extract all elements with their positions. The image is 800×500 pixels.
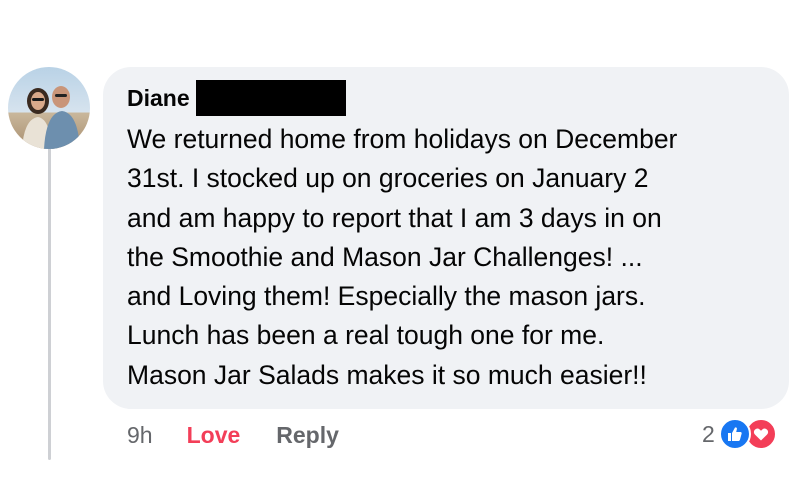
comment-thread: Diane We returned home from holidays on …	[0, 0, 800, 500]
comment-text-line: Mason Jar Salads makes it so much easier…	[127, 359, 647, 390]
comment-text-line: Lunch has been a real tough one for me.	[127, 320, 605, 351]
comment-author-row: Diane	[127, 80, 346, 116]
comment-actions: 9h Love Reply	[127, 418, 339, 452]
redaction-bar	[195, 80, 346, 116]
avatar[interactable]	[8, 67, 90, 149]
comment-text-line: and am happy to report that I am 3 days …	[127, 202, 662, 233]
reaction-summary[interactable]: 2	[702, 416, 785, 452]
reaction-count: 2	[702, 420, 715, 447]
comment-text-line: and Loving them! Especially the mason ja…	[127, 281, 646, 312]
like-icon	[718, 418, 751, 450]
author-name[interactable]: Diane	[127, 80, 190, 116]
comment-text-line: We returned home from holidays on Decemb…	[127, 124, 678, 154]
reaction-icons	[718, 418, 785, 450]
comment-text-line: 31st. I stocked up on groceries on Janua…	[127, 163, 649, 194]
comment-text: We returned home from holidays on Decemb…	[127, 120, 777, 395]
love-reaction-button[interactable]: Love	[187, 422, 241, 449]
reply-button[interactable]: Reply	[276, 422, 339, 449]
comment-text-line: the Smoothie and Mason Jar Challenges! .…	[127, 241, 643, 272]
comment-timestamp[interactable]: 9h	[127, 422, 153, 449]
thread-connector-line	[48, 148, 51, 460]
